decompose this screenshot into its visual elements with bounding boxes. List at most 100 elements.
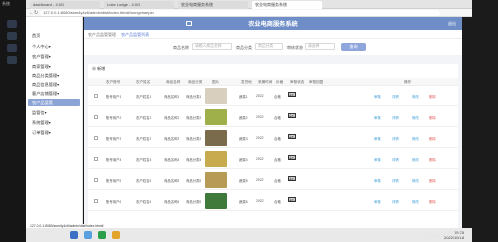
- table-header: 农户账号 农户姓名 商品名称 商品分类 图片 发货地 采摘时间 价格 审核状态 …: [88, 78, 458, 86]
- review-tag-button[interactable]: 审核: [288, 155, 296, 160]
- cell-farmer-name: 农户姓名2: [136, 116, 152, 120]
- col-header: 采摘时间: [258, 80, 273, 84]
- delete-button[interactable]: 删除: [429, 199, 436, 204]
- edit-button[interactable]: 修改: [412, 136, 419, 141]
- name-input[interactable]: 请输入商品名称: [192, 43, 232, 50]
- detail-button[interactable]: 详情: [392, 136, 399, 141]
- row-checkbox[interactable]: [94, 178, 98, 182]
- start-icon[interactable]: [70, 231, 78, 239]
- watermark: CSDN @禾罗毕设: [418, 233, 463, 239]
- delete-button[interactable]: 删除: [429, 115, 436, 120]
- review-button[interactable]: 审核: [374, 136, 381, 141]
- cell-status: 合格: [274, 158, 281, 162]
- browser-tab[interactable]: 农业电商服务系统: [178, 1, 248, 9]
- row-checkbox[interactable]: [94, 136, 98, 140]
- cell-product-name: 商品名称4: [164, 158, 180, 162]
- cell-account: 账号用户3: [106, 137, 122, 141]
- review-tag-button[interactable]: 审核: [288, 176, 296, 181]
- browser-tab[interactable]: dashboard - 4.0G: [30, 1, 100, 9]
- delete-button[interactable]: 删除: [429, 94, 436, 99]
- delete-button[interactable]: 删除: [429, 157, 436, 162]
- name-label: 商品名称: [173, 45, 189, 50]
- review-button[interactable]: 审核: [374, 157, 381, 162]
- cell-origin: 蔬菜2: [239, 116, 248, 120]
- taskbar-app-icon[interactable]: [98, 231, 106, 239]
- search-bar: 商品名称 请输入商品名称 商品分类 商品分类 审核状态 请选择 查询: [84, 39, 462, 55]
- detail-button[interactable]: 详情: [392, 199, 399, 204]
- sidebar-item-home[interactable]: 首页: [32, 33, 40, 39]
- cell-farmer-name: 农户姓名3: [136, 137, 152, 141]
- sidebar-item-categories[interactable]: 商品分类管理▾: [32, 73, 59, 79]
- left-dark-bar: 系统: [0, 0, 26, 242]
- edit-button[interactable]: 修改: [412, 178, 419, 183]
- sidebar-item-products[interactable]: 商品信息管理▾: [32, 82, 59, 88]
- detail-button[interactable]: 详情: [392, 178, 399, 183]
- detail-button[interactable]: 详情: [392, 157, 399, 162]
- app-icon[interactable]: [7, 56, 17, 64]
- sidebar-item-profile[interactable]: 个人中心▾: [32, 44, 51, 50]
- detail-button[interactable]: 详情: [392, 94, 399, 99]
- app-icon[interactable]: [7, 44, 17, 52]
- url-field[interactable]: 127.0.0.1:8080/ssm4y4z6/admin/dist/index…: [40, 10, 440, 16]
- category-label: 商品分类: [236, 45, 252, 50]
- cell-account: 账号用户2: [106, 116, 122, 120]
- sidebar-item-stores[interactable]: 客户店铺管理▾: [32, 91, 59, 97]
- sidebar-item-merchants[interactable]: 商家管理▾: [32, 64, 51, 70]
- row-checkbox[interactable]: [94, 115, 98, 119]
- status-url: 127.0.0.1:8080/ssm4y4z6/admin/dist/index…: [28, 224, 106, 228]
- detail-button[interactable]: 详情: [392, 115, 399, 120]
- table-row: 账号用户4 农户姓名4 商品名称4 商品分类4 蔬菜4 2022 合格 审核 审核 详情 修改 删除: [88, 150, 458, 169]
- cell-farmer-name: 农户姓名4: [136, 158, 152, 162]
- review-tag-button[interactable]: 审核: [288, 134, 296, 139]
- search-button[interactable]: 查询: [341, 43, 366, 51]
- taskbar-app-icon[interactable]: [84, 231, 92, 239]
- taskbar-app-icon[interactable]: [112, 231, 120, 239]
- reload-icon[interactable]: ↻: [34, 9, 38, 17]
- review-button[interactable]: 审核: [374, 94, 381, 99]
- edit-button[interactable]: 修改: [412, 94, 419, 99]
- review-button[interactable]: 审核: [374, 115, 381, 120]
- sidebar-item-orders[interactable]: 订单管理▾: [32, 130, 51, 136]
- col-header: 审核状态: [290, 80, 305, 84]
- cell-status: 合格: [274, 137, 281, 141]
- sidebar-item-farmers[interactable]: 农户管理▾: [32, 54, 51, 60]
- delete-button[interactable]: 删除: [429, 136, 436, 141]
- cell-pick-time: 2022: [256, 157, 264, 161]
- sidebar-item-label: 农产品监管: [32, 100, 53, 105]
- cell-origin: 蔬菜3: [239, 137, 248, 141]
- review-tag-button[interactable]: 审核: [288, 197, 296, 202]
- browser-tab[interactable]: Luke Lodge - 4.0G: [104, 1, 174, 9]
- review-tag-button[interactable]: 审核: [288, 92, 296, 97]
- cell-status: 合格: [274, 95, 281, 99]
- edit-button[interactable]: 修改: [412, 199, 419, 204]
- breadcrumb: 农产品监管管理 农产品监管列表: [84, 30, 462, 39]
- review-button[interactable]: 审核: [374, 199, 381, 204]
- delete-button[interactable]: 删除: [429, 178, 436, 183]
- cell-product-name: 商品名称3: [164, 137, 180, 141]
- product-image: [205, 151, 227, 167]
- browser-tab-active[interactable]: 农业电商服务系统: [252, 1, 322, 9]
- sidebar-item-supervision-info[interactable]: 监管信▾: [32, 110, 47, 116]
- browser-tabs: dashboard - 4.0G Luke Lodge - 4.0G 农业电商服…: [26, 0, 472, 9]
- table-row: 账号用户5 农户姓名5 商品名称5 商品分类5 蔬菜5 2022 合格 审核 审核 详情 修改 删除: [88, 171, 458, 190]
- edit-button[interactable]: 修改: [412, 157, 419, 162]
- product-image: [205, 109, 227, 125]
- add-button[interactable]: ⊕ 新增: [92, 66, 105, 72]
- row-checkbox[interactable]: [94, 199, 98, 203]
- status-select[interactable]: 请选择: [305, 43, 335, 50]
- sidebar-item-supervision-active[interactable]: 农产品监管: [28, 99, 80, 106]
- app-icon[interactable]: [7, 20, 17, 28]
- breadcrumb-current: 农产品监管列表: [121, 32, 150, 37]
- sidebar-item-system[interactable]: 系统管理▾: [32, 120, 51, 126]
- row-checkbox[interactable]: [94, 157, 98, 161]
- category-input[interactable]: 商品分类: [255, 43, 283, 50]
- review-tag-button[interactable]: 审核: [288, 113, 296, 118]
- table-row: 账号用户1 农户姓名1 商品名称1 商品分类1 蔬菜1 2022 合格 审核 审核 详情 修改 删除: [88, 87, 458, 106]
- edit-button[interactable]: 修改: [412, 115, 419, 120]
- breadcrumb-home[interactable]: 农产品监管管理: [88, 32, 116, 37]
- row-checkbox[interactable]: [94, 94, 98, 98]
- col-header: 商品分类: [188, 80, 203, 84]
- app-icon[interactable]: [7, 32, 17, 40]
- logout-button[interactable]: 退出: [448, 21, 456, 27]
- review-button[interactable]: 审核: [374, 178, 381, 183]
